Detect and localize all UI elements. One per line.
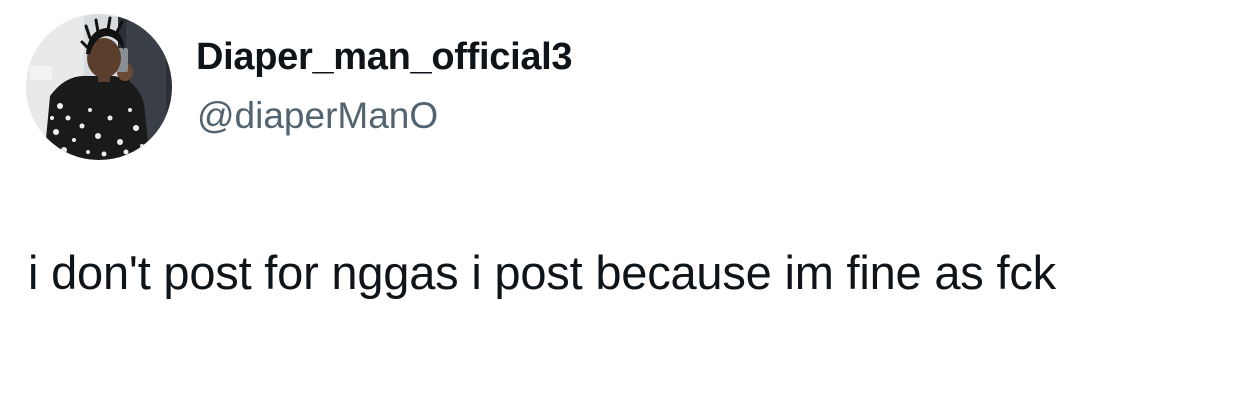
tweet-text: i don't post for nggas i post because im…: [28, 246, 1056, 299]
author-avatar[interactable]: [26, 14, 172, 160]
author-display-name[interactable]: Diaper_man_official3: [196, 34, 573, 80]
avatar-photo: [26, 14, 172, 160]
author-handle[interactable]: @diaperManO: [197, 94, 438, 138]
tweet-card: Diaper_man_official3 @diaperManO i don't…: [0, 0, 1242, 413]
